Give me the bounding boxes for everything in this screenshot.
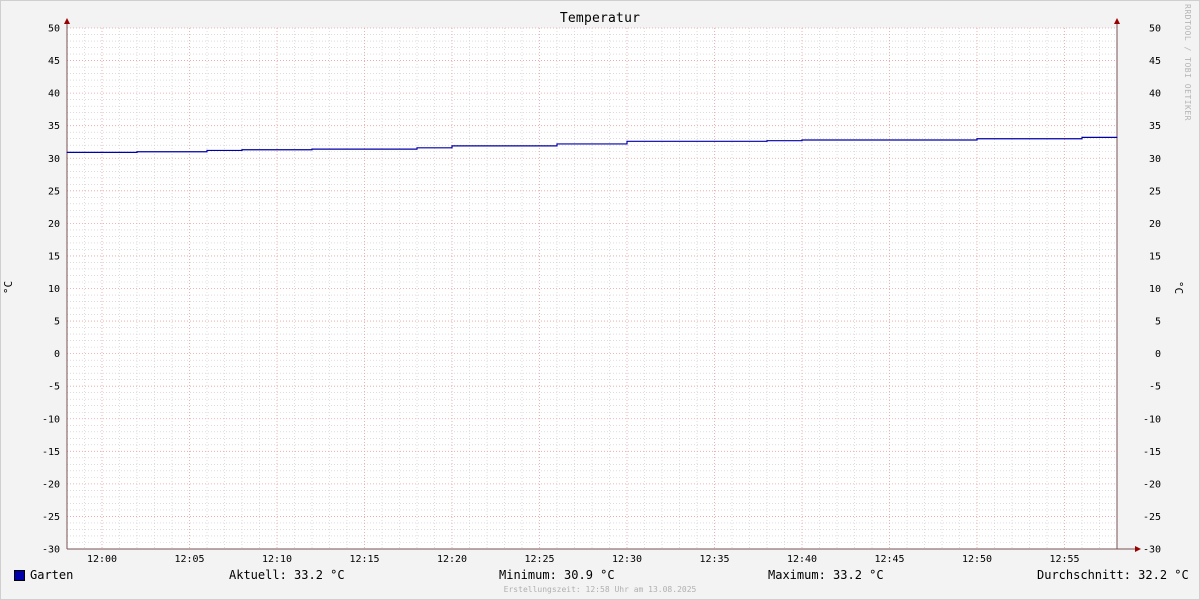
y-tick-label-left: 45 [48,56,60,67]
y-tick-label-right: 10 [1149,284,1161,295]
y-axis-left-arrow [64,18,70,24]
legend-swatch-garten [14,570,25,581]
data-point [556,143,558,145]
data-point [801,139,803,141]
legend-series-name: Garten [30,568,74,582]
y-tick-label-left: 20 [48,219,60,230]
x-tick-label: 12:00 [87,554,117,565]
y-tick-label-right: 50 [1149,24,1161,35]
y-axis-right-arrow [1114,18,1120,24]
data-point [451,145,453,147]
data-point [1116,136,1118,138]
y-tick-label-left: 35 [48,121,60,132]
temperature-chart: 50 5045 4540 4035 3530 3025 2520 2015 1510 105 50 0… [42,18,1161,565]
y-tick-label-left: 5 [54,317,60,328]
stat-average: Durchschnitt: 32.2 °C [1037,568,1189,582]
data-point [976,138,978,140]
stat-maximum: Maximum: 33.2 °C [768,568,884,582]
y-tick-label-left: -15 [42,447,60,458]
stat-minimum: Minimum: 30.9 °C [499,568,615,582]
y-tick-label-left: -5 [48,382,60,393]
y-tick-label-right: -30 [1143,545,1161,556]
y-tick-label-right: -5 [1149,382,1161,393]
data-point [416,147,418,149]
stat-current: Aktuell: 33.2 °C [229,568,345,582]
y-tick-label-right: 5 [1155,317,1161,328]
x-tick-label: 12:30 [612,554,642,565]
y-tick-label-right: 45 [1149,56,1161,67]
y-tick-label-left: 50 [48,24,60,35]
data-point [311,148,313,150]
y-tick-label-left: -30 [42,545,60,556]
x-tick-label: 12:15 [349,554,379,565]
x-tick-label: 12:25 [524,554,554,565]
x-tick-label: 12:10 [262,554,292,565]
legend: Garten Aktuell: 33.2 °C Minimum: 30.9 °C… [0,568,1200,584]
data-point [66,151,68,153]
y-tick-label-right: -20 [1143,479,1161,490]
data-point [766,140,768,142]
data-point [626,140,628,142]
y-tick-label-left: 25 [48,186,60,197]
x-tick-label: 12:55 [1049,554,1079,565]
y-tick-label-left: 10 [48,284,60,295]
y-tick-label-left: -10 [42,414,60,425]
y-tick-label-right: 20 [1149,219,1161,230]
y-tick-label-right: 35 [1149,121,1161,132]
data-point [136,151,138,153]
data-point [241,149,243,151]
y-tick-label-left: 40 [48,89,60,100]
y-tick-label-left: -20 [42,479,60,490]
y-tick-label-right: 30 [1149,154,1161,165]
y-tick-label-right: -15 [1143,447,1161,458]
y-tick-label-right: -25 [1143,512,1161,523]
creation-time: Erstellungszeit: 12:58 Uhr am 13.08.2025 [503,585,697,594]
y-tick-label-right: 0 [1155,349,1161,360]
x-axis-arrow [1135,546,1141,552]
data-point [1081,136,1083,138]
x-tick-label: 12:40 [787,554,817,565]
y-tick-label-right: 40 [1149,89,1161,100]
y-tick-label-left: 30 [48,154,60,165]
y-tick-label-left: 0 [54,349,60,360]
y-tick-label-right: 15 [1149,251,1161,262]
x-tick-label: 12:50 [962,554,992,565]
y-tick-label-left: -25 [42,512,60,523]
y-tick-label-left: 15 [48,251,60,262]
x-tick-label: 12:35 [699,554,729,565]
x-tick-label: 12:20 [437,554,467,565]
x-tick-label: 12:05 [174,554,204,565]
y-tick-label-right: -10 [1143,414,1161,425]
data-point [206,149,208,151]
y-tick-label-right: 25 [1149,186,1161,197]
x-tick-label: 12:45 [874,554,904,565]
